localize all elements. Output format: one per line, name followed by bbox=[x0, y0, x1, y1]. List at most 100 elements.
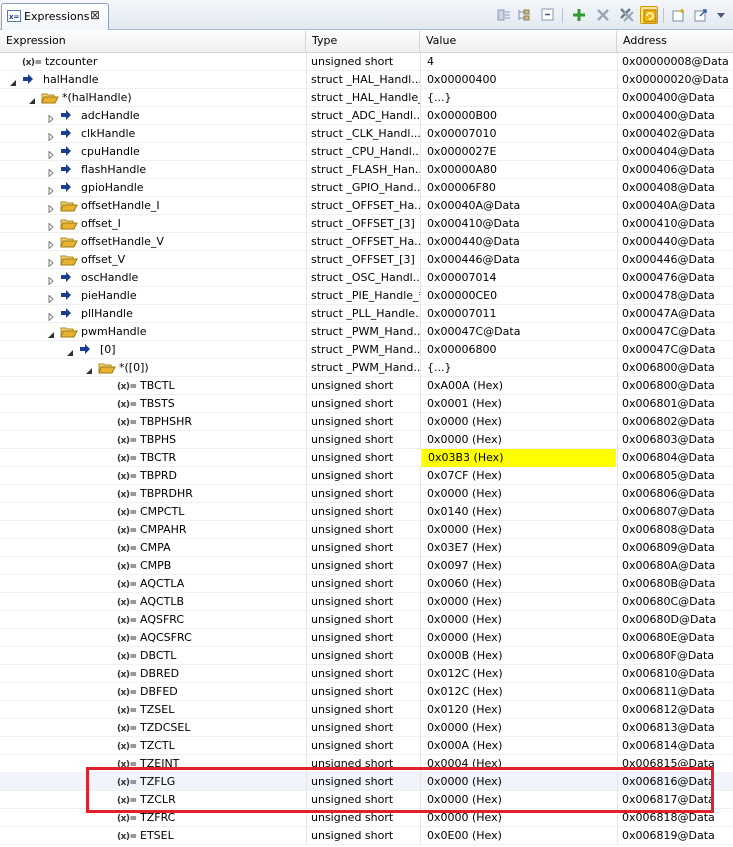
table-row[interactable]: (x)= AQCSFRC unsigned short 0x0000 (Hex) 0x0… bbox=[0, 629, 733, 647]
export-button[interactable] bbox=[692, 6, 710, 24]
table-row[interactable]: (x)= TBCTR unsigned short 0x03B3 (Hex) 0x006… bbox=[0, 449, 733, 467]
table-row[interactable]: (x)= AQCTLB unsigned short 0x0000 (Hex) 0x00… bbox=[0, 593, 733, 611]
column-header-value[interactable]: Value bbox=[420, 31, 617, 53]
value-cell[interactable]: 0x0060 (Hex) bbox=[420, 575, 617, 593]
remove-expression-button[interactable] bbox=[594, 6, 612, 24]
table-row[interactable]: halHandle struct _HAL_Handl... 0x00000400 0… bbox=[0, 71, 733, 89]
table-row[interactable]: (x)= TBSTS unsigned short 0x0001 (Hex) 0x006… bbox=[0, 395, 733, 413]
value-cell[interactable]: 0x0001 (Hex) bbox=[420, 395, 617, 413]
value-cell[interactable]: 0x00006800 bbox=[420, 341, 617, 359]
table-row[interactable]: (x)= TBPRD unsigned short 0x07CF (Hex) 0x006… bbox=[0, 467, 733, 485]
table-row[interactable]: (x)= AQSFRC unsigned short 0x0000 (Hex) 0x00… bbox=[0, 611, 733, 629]
table-row[interactable]: offsetHandle_I struct _OFFSET_Ha... 0x0004… bbox=[0, 197, 733, 215]
value-cell[interactable]: 0x0000 (Hex) bbox=[420, 791, 617, 809]
table-row[interactable]: (x)= DBCTL unsigned short 0x000B (Hex) 0x006… bbox=[0, 647, 733, 665]
tree-expanded-icon[interactable] bbox=[9, 75, 17, 86]
value-cell[interactable]: 0x0000 (Hex) bbox=[420, 611, 617, 629]
collapse-all-button[interactable] bbox=[539, 6, 557, 24]
value-cell[interactable]: 0x00040A@Data bbox=[420, 197, 617, 215]
remove-all-expressions-button[interactable] bbox=[618, 6, 636, 24]
table-row[interactable]: (x)= CMPB unsigned short 0x0097 (Hex) 0x0068… bbox=[0, 557, 733, 575]
value-cell[interactable]: 0x0000 (Hex) bbox=[420, 719, 617, 737]
value-cell[interactable]: 0x0000 (Hex) bbox=[420, 431, 617, 449]
table-row[interactable]: pwmHandle struct _PWM_Hand... 0x00047C@Dat… bbox=[0, 323, 733, 341]
table-row[interactable]: (x)= TZCLR unsigned short 0x0000 (Hex) 0x006… bbox=[0, 791, 733, 809]
tree-expanded-icon[interactable] bbox=[66, 345, 74, 356]
table-row[interactable]: *([0]) struct _PWM_Hand... {...} 0x006800@D… bbox=[0, 359, 733, 377]
value-cell[interactable]: 0x07CF (Hex) bbox=[420, 467, 617, 485]
table-row[interactable]: (x)= TZCTL unsigned short 0x000A (Hex) 0x006… bbox=[0, 737, 733, 755]
value-cell[interactable]: 0x0000 (Hex) bbox=[420, 413, 617, 431]
new-watch-window-button[interactable] bbox=[670, 6, 688, 24]
column-header-expression[interactable]: Expression bbox=[0, 31, 306, 53]
value-cell[interactable]: 0x000410@Data bbox=[420, 215, 617, 233]
table-row[interactable]: [0] struct _PWM_Hand... 0x00006800 0x00047C… bbox=[0, 341, 733, 359]
value-cell[interactable]: 0x00000400 bbox=[420, 71, 617, 89]
value-cell[interactable]: 0x00006F80 bbox=[420, 179, 617, 197]
table-row[interactable]: (x)= ETSEL unsigned short 0x0E00 (Hex) 0x006… bbox=[0, 827, 733, 845]
value-cell[interactable]: 0x0E00 (Hex) bbox=[420, 827, 617, 845]
table-row[interactable]: offset_V struct _OFFSET_[3] 0x000446@Data 0… bbox=[0, 251, 733, 269]
value-cell[interactable]: 0x012C (Hex) bbox=[420, 683, 617, 701]
value-cell[interactable]: 0x00007010 bbox=[420, 125, 617, 143]
tree-collapsed-icon[interactable] bbox=[47, 291, 55, 304]
show-logical-structure-button[interactable] bbox=[515, 6, 533, 24]
table-row[interactable]: (x)= CMPCTL unsigned short 0x0140 (Hex) 0x00… bbox=[0, 503, 733, 521]
tree-expanded-icon[interactable] bbox=[47, 327, 55, 338]
value-cell[interactable]: 0x0140 (Hex) bbox=[420, 503, 617, 521]
continuous-refresh-button[interactable] bbox=[640, 6, 658, 24]
tree-collapsed-icon[interactable] bbox=[47, 237, 55, 250]
tree-collapsed-icon[interactable] bbox=[47, 219, 55, 232]
table-row[interactable]: (x)= DBFED unsigned short 0x012C (Hex) 0x006… bbox=[0, 683, 733, 701]
table-row[interactable]: (x)= TBCTL unsigned short 0xA00A (Hex) 0x006… bbox=[0, 377, 733, 395]
table-row[interactable]: (x)= TBPRDHR unsigned short 0x0000 (Hex) 0x0… bbox=[0, 485, 733, 503]
table-row[interactable]: pllHandle struct _PLL_Handle... 0x00007011… bbox=[0, 305, 733, 323]
value-cell[interactable]: 0x00047C@Data bbox=[420, 323, 617, 341]
value-cell[interactable]: 0x03B3 (Hex) bbox=[421, 449, 616, 467]
tree-collapsed-icon[interactable] bbox=[47, 309, 55, 322]
value-cell[interactable]: 0x0000 (Hex) bbox=[420, 485, 617, 503]
table-row[interactable]: (x)= TBPHSHR unsigned short 0x0000 (Hex) 0x0… bbox=[0, 413, 733, 431]
add-expression-button[interactable] bbox=[570, 6, 588, 24]
table-row[interactable]: (x)= CMPA unsigned short 0x03E7 (Hex) 0x0068… bbox=[0, 539, 733, 557]
table-row[interactable]: (x)= TZEINT unsigned short 0x0004 (Hex) 0x00… bbox=[0, 755, 733, 773]
column-header-address[interactable]: Address bbox=[617, 31, 733, 53]
value-cell[interactable]: 0x0000 (Hex) bbox=[420, 629, 617, 647]
tree-expanded-icon[interactable] bbox=[85, 363, 93, 374]
value-cell[interactable]: 0x0000027E bbox=[420, 143, 617, 161]
value-cell[interactable]: 0x0097 (Hex) bbox=[420, 557, 617, 575]
table-row[interactable]: gpioHandle struct _GPIO_Hand... 0x00006F80… bbox=[0, 179, 733, 197]
table-row[interactable]: (x)= DBRED unsigned short 0x012C (Hex) 0x006… bbox=[0, 665, 733, 683]
value-cell[interactable]: 0xA00A (Hex) bbox=[420, 377, 617, 395]
value-cell[interactable]: 0x0000 (Hex) bbox=[420, 809, 617, 827]
table-row[interactable]: *(halHandle) struct _HAL_Handle_ {...} 0x00… bbox=[0, 89, 733, 107]
tree-collapsed-icon[interactable] bbox=[47, 129, 55, 142]
tree-collapsed-icon[interactable] bbox=[47, 201, 55, 214]
table-row[interactable]: cpuHandle struct _CPU_Handl... 0x0000027E 0… bbox=[0, 143, 733, 161]
table-row[interactable]: adcHandle struct _ADC_Handl... 0x00000B00 0… bbox=[0, 107, 733, 125]
show-type-names-button[interactable] bbox=[495, 6, 513, 24]
value-cell[interactable]: {...} bbox=[420, 359, 617, 377]
value-cell[interactable]: 0x000446@Data bbox=[420, 251, 617, 269]
value-cell[interactable]: 4 bbox=[420, 53, 617, 71]
value-cell[interactable]: 0x00000B00 bbox=[420, 107, 617, 125]
value-cell[interactable]: 0x000A (Hex) bbox=[420, 737, 617, 755]
table-row[interactable]: pieHandle struct _PIE_Handle_* 0x00000CE0 0… bbox=[0, 287, 733, 305]
value-cell[interactable]: 0x0000 (Hex) bbox=[420, 773, 617, 791]
tree-collapsed-icon[interactable] bbox=[47, 255, 55, 268]
value-cell[interactable]: 0x000440@Data bbox=[420, 233, 617, 251]
table-row[interactable]: (x)= TBPHS unsigned short 0x0000 (Hex) 0x006… bbox=[0, 431, 733, 449]
tree-collapsed-icon[interactable] bbox=[47, 147, 55, 160]
value-cell[interactable]: 0x00000A80 bbox=[420, 161, 617, 179]
value-cell[interactable]: 0x00000CE0 bbox=[420, 287, 617, 305]
value-cell[interactable]: 0x0000 (Hex) bbox=[420, 521, 617, 539]
column-header-type[interactable]: Type bbox=[306, 31, 420, 53]
value-cell[interactable]: 0x03E7 (Hex) bbox=[420, 539, 617, 557]
table-row[interactable]: oscHandle struct _OSC_Handl... 0x00007014 0… bbox=[0, 269, 733, 287]
table-row[interactable]: (x)= AQCTLA unsigned short 0x0060 (Hex) 0x00… bbox=[0, 575, 733, 593]
value-cell[interactable]: 0x00007011 bbox=[420, 305, 617, 323]
table-row[interactable]: offsetHandle_V struct _OFFSET_Ha... 0x0004… bbox=[0, 233, 733, 251]
tree-expanded-icon[interactable] bbox=[28, 93, 36, 104]
value-cell[interactable]: 0x0004 (Hex) bbox=[420, 755, 617, 773]
value-cell[interactable]: 0x000B (Hex) bbox=[420, 647, 617, 665]
